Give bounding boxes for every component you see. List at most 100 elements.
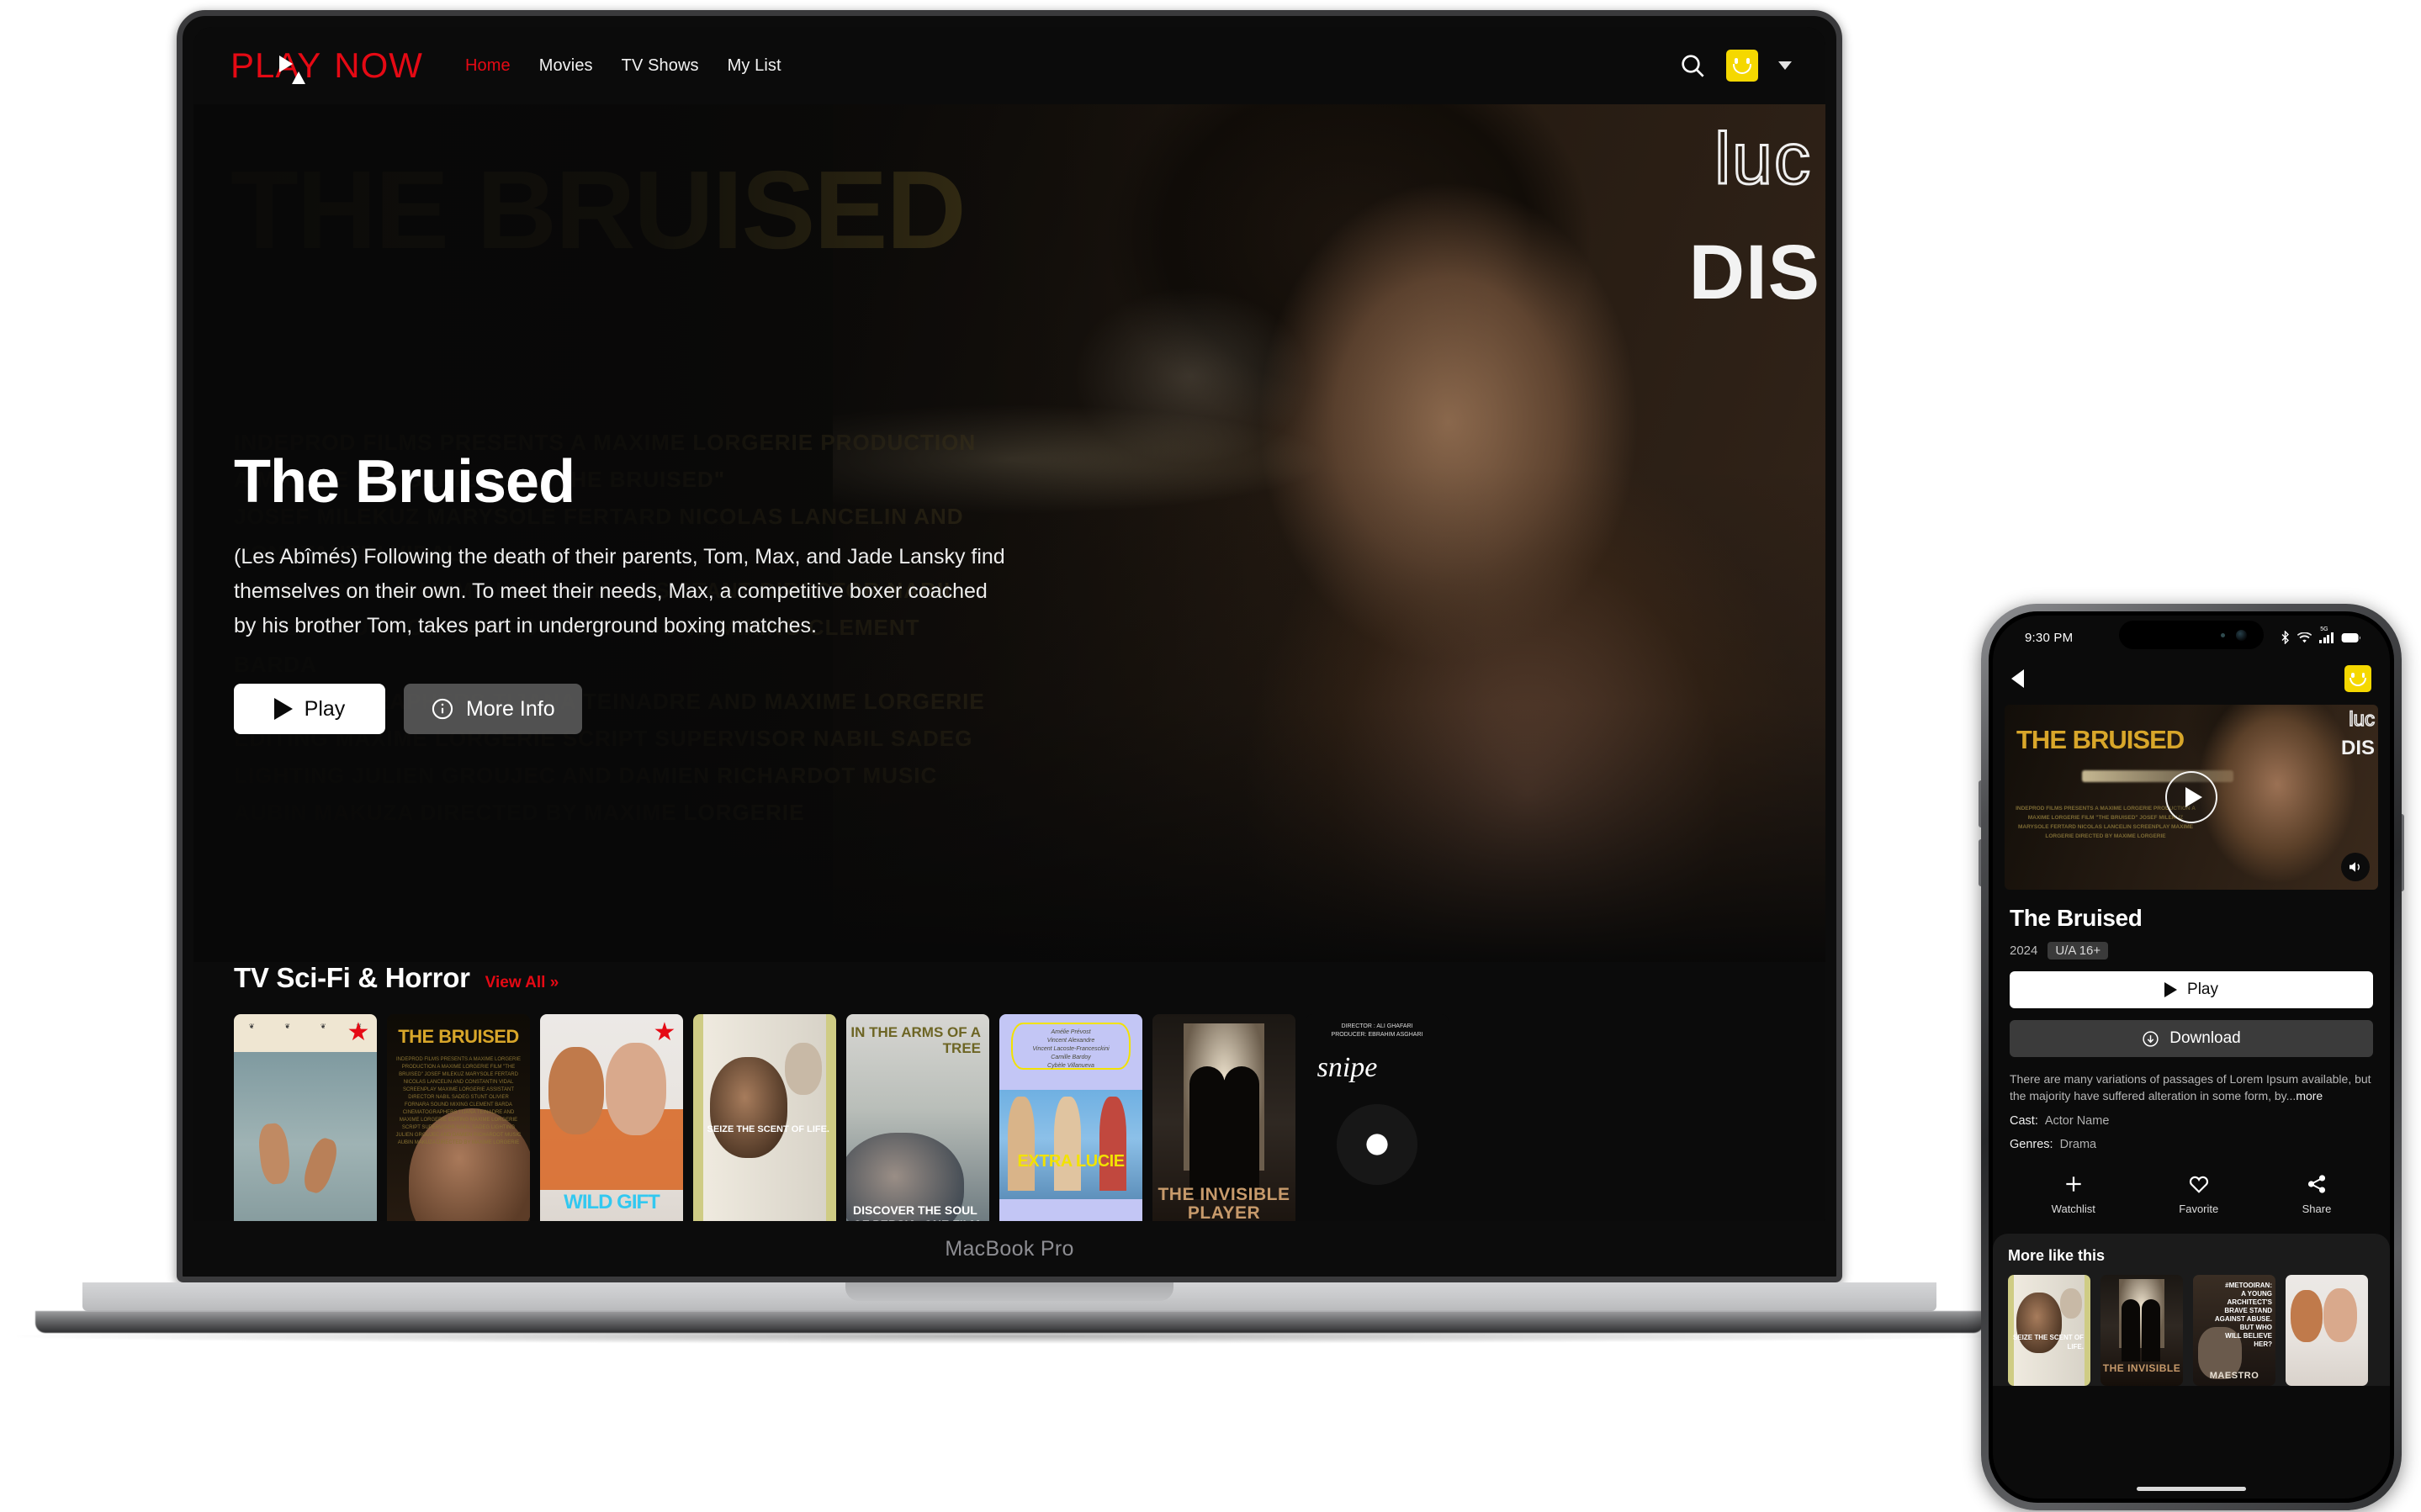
avatar-eye-left — [1735, 58, 1738, 64]
brand-word-now: NOW — [334, 45, 423, 85]
cellular-signal-icon: 5G — [2319, 626, 2334, 643]
poster-figure — [1008, 1097, 1036, 1191]
phone-action-row: Watchlist Favorite Share — [2010, 1173, 2373, 1215]
avatar[interactable] — [2344, 665, 2371, 692]
poster-title: EXTRA LUCIE — [1017, 1151, 1125, 1171]
hero-description: (Les Abîmés) Following the death of thei… — [234, 545, 1005, 637]
volume-down-button[interactable] — [1979, 839, 1981, 886]
featured-star-icon: ★ — [347, 1018, 370, 1046]
poster-tagline: SEIZE THE SCENT OF LIFE. — [2012, 1333, 2084, 1351]
poster-figure — [299, 1134, 342, 1196]
hero-title: The Bruised — [234, 448, 575, 515]
poster-card[interactable]: ★ WILD GIFT — [540, 1014, 683, 1221]
top-navbar: PLAY NOW Home Movies TV Shows My List — [193, 27, 1825, 104]
phone-play-button[interactable]: Play — [2010, 971, 2373, 1008]
view-all-link[interactable]: View All » — [485, 974, 559, 992]
search-icon[interactable] — [1679, 52, 1706, 79]
poster-card[interactable]: IN THE ARMS OF A TREE DISCOVER THE SOUL … — [846, 1014, 989, 1221]
poster-figure — [606, 1042, 667, 1135]
volume-up-button[interactable] — [1979, 780, 1981, 827]
more-like-this-cards[interactable]: SEIZE THE SCENT OF LIFE. THE INVISIBLE # — [2008, 1275, 2390, 1386]
phone-description: There are many variations of passages of… — [2010, 1071, 2373, 1104]
cast-label: Cast: — [2010, 1114, 2038, 1128]
poster-figure — [1224, 1066, 1259, 1199]
iphone-device: 9:30 PM 5G THE BRUISED INDEPROD FILMS PR… — [1979, 604, 2404, 1510]
poster-card[interactable]: SEIZE THE SCENT OF LIFE. Fragrant — [693, 1014, 836, 1221]
poster-figure — [2323, 1287, 2358, 1342]
heart-icon — [2189, 1176, 2208, 1193]
nav-item-tv-shows[interactable]: TV Shows — [622, 56, 699, 76]
phone-download-button[interactable]: Download — [2010, 1020, 2373, 1057]
poster-figure — [1189, 1066, 1226, 1199]
nav-item-my-list[interactable]: My List — [728, 56, 781, 76]
poster-card[interactable] — [2286, 1275, 2368, 1386]
poster-title: WILD GIFT — [564, 1191, 660, 1213]
info-icon — [432, 698, 453, 720]
poster-card[interactable]: ❦❦❦❦ ★ THE RITE OF SUMMER — [234, 1014, 377, 1221]
side-button[interactable] — [2402, 814, 2404, 891]
nav-right-group — [1679, 50, 1792, 82]
poster-card[interactable]: THE BRUISED INDEPROD FILMS PRESENTS A MA… — [387, 1014, 530, 1221]
favorite-label: Favorite — [2179, 1203, 2219, 1215]
poster-figure — [1099, 1097, 1126, 1191]
logo-play-icon — [279, 56, 293, 72]
brand-logo[interactable]: PLAY NOW — [230, 45, 423, 86]
phone-hero-player[interactable]: THE BRUISED INDEPROD FILMS PRESENTS A MA… — [2005, 705, 2378, 890]
read-more-link[interactable]: more — [2296, 1089, 2323, 1102]
carousel-section: TV Sci-Fi & Horror View All » ❦ ❦ ❦ ❦ ★ THE… — [193, 962, 1825, 1221]
poster-credits: DIRECTOR : ALI GHAFARI PRODUCER: EBRAHIM … — [1331, 1023, 1423, 1038]
iphone-frame: 9:30 PM 5G THE BRUISED INDEPROD FILMS PR… — [1979, 604, 2404, 1510]
phone-meta: 2024 U/A 16+ — [2010, 942, 2373, 960]
poster-title: MAESTRO — [2209, 1371, 2259, 1381]
carousel-cards[interactable]: ❦❦❦❦ ★ THE RITE OF SUMMER THE BRUISED IN… — [193, 994, 1825, 1221]
genres-value: Drama — [2059, 1138, 2097, 1151]
poster-shape — [1337, 1104, 1417, 1186]
nav-item-home[interactable]: Home — [465, 56, 511, 76]
iphone-notch — [2119, 621, 2264, 649]
play-button[interactable]: Play — [234, 684, 385, 734]
poster-figure — [2142, 1299, 2160, 1361]
watchlist-label: Watchlist — [2051, 1203, 2095, 1215]
volume-icon[interactable] — [2341, 853, 2370, 881]
phone-topbar — [1993, 653, 2390, 705]
network-type-label: 5G — [2320, 626, 2328, 632]
poster-figure — [2060, 1287, 2083, 1319]
poster-figure — [710, 1056, 788, 1158]
poster-card[interactable]: DIRECTOR : ALI GHAFARI PRODUCER: EBRAHIM … — [1306, 1014, 1449, 1221]
iphone-bezel: 9:30 PM 5G THE BRUISED INDEPROD FILMS PR… — [1989, 611, 2394, 1503]
download-icon — [2143, 1030, 2159, 1047]
more-info-button[interactable]: More Info — [404, 684, 582, 734]
iphone-screen: 9:30 PM 5G THE BRUISED INDEPROD FILMS PR… — [1993, 616, 2390, 1499]
poster-card[interactable]: Amélie Prévost Vincent Alexandre Vincent L… — [999, 1014, 1142, 1221]
laptop-model-label: MacBook Pro — [945, 1237, 1074, 1261]
macbook-notch — [845, 1282, 1173, 1301]
carousel-header: TV Sci-Fi & Horror View All » — [193, 962, 1825, 994]
nav-item-movies[interactable]: Movies — [539, 56, 593, 76]
phone-watermark-solid: DIS — [2340, 737, 2375, 759]
macbook-screen: PLAY NOW Home Movies TV Shows My List Th… — [193, 27, 1825, 1221]
play-icon — [2164, 982, 2178, 997]
back-chevron-icon[interactable] — [2011, 669, 2024, 688]
poster-figure — [2122, 1299, 2141, 1361]
cast-row: Cast: Actor Name — [2010, 1114, 2373, 1128]
share-button[interactable]: Share — [2302, 1173, 2331, 1215]
play-icon — [273, 698, 293, 720]
front-camera-icon — [2236, 630, 2247, 641]
featured-star-icon: ★ — [653, 1018, 676, 1046]
status-time: 9:30 PM — [2025, 630, 2074, 645]
poster-card[interactable]: SEIZE THE SCENT OF LIFE. — [2008, 1275, 2090, 1386]
watchlist-button[interactable]: Watchlist — [2052, 1173, 2095, 1215]
nav-links: Home Movies TV Shows My List — [465, 56, 781, 76]
avatar[interactable] — [1726, 50, 1758, 82]
poster-card[interactable]: THE INVISIBLE PLAYER — [1152, 1014, 1295, 1221]
poster-title: THE INVISIBLE — [2102, 1362, 2181, 1374]
chevron-down-icon[interactable] — [1778, 61, 1792, 70]
more-like-this-section: More like this SEIZE THE SCENT OF LIFE. — [1993, 1234, 2390, 1386]
genres-row: Genres: Drama — [2010, 1138, 2373, 1151]
poster-card[interactable]: THE INVISIBLE — [2100, 1275, 2183, 1386]
brand-word-play: PLAY — [230, 45, 322, 85]
play-circle-icon[interactable] — [2165, 771, 2217, 823]
favorite-button[interactable]: Favorite — [2179, 1173, 2218, 1215]
poster-card[interactable]: #METOOIRAN: A YOUNG ARCHITECT'S BRAVE STAND… — [2193, 1275, 2275, 1386]
poster-credits: INDEPROD FILMS PRESENTS A MAXIME LORGERI… — [395, 1057, 522, 1145]
